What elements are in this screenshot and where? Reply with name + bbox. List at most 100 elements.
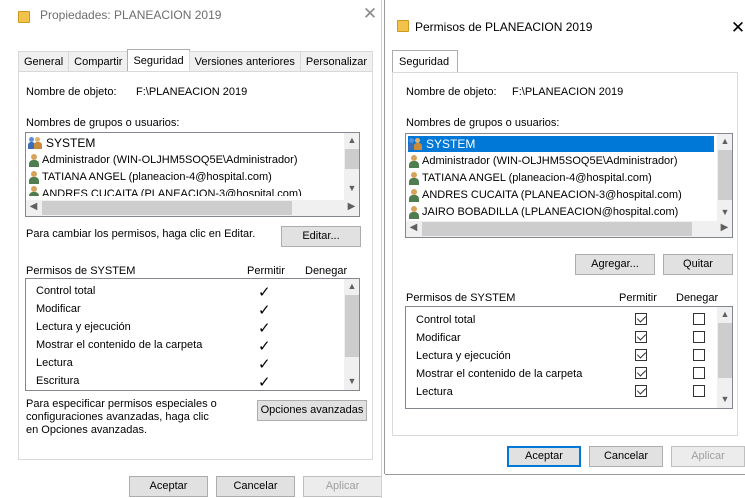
security-panel: Nombre de objeto: F:\PLANEACION 2019 Nom…: [18, 71, 373, 460]
tab-strip: Seguridad: [392, 50, 459, 73]
permissions-window: Permisos de PLANEACION 2019 ✕ Seguridad …: [385, 0, 745, 474]
scroll-thumb[interactable]: [42, 201, 292, 215]
deny-checkbox[interactable]: [693, 313, 705, 325]
scroll-down-icon[interactable]: ▼: [717, 205, 732, 220]
scroll-up-icon[interactable]: ▲: [717, 134, 732, 149]
apply-button[interactable]: Aplicar: [303, 476, 382, 497]
users-listbox[interactable]: SYSTEM Administrador (WIN-OLJHM5SOQ5E\Ad…: [405, 133, 733, 238]
tab-versiones-anteriores[interactable]: Versiones anteriores: [188, 51, 301, 72]
list-item[interactable]: TATIANA ANGEL (planeacion-4@hospital.com…: [28, 169, 272, 185]
allow-checkbox[interactable]: [635, 385, 647, 397]
scroll-up-icon[interactable]: ▲: [344, 133, 359, 148]
list-item[interactable]: ANDRES CUCAITA (PLANEACION-3@hospital.co…: [408, 187, 682, 203]
list-item-selected[interactable]: SYSTEM: [408, 136, 714, 152]
list-item[interactable]: TATIANA ANGEL (planeacion-4@hospital.com…: [408, 170, 652, 186]
groups-label: Nombres de grupos o usuarios:: [26, 117, 180, 129]
scroll-up-icon[interactable]: ▲: [717, 307, 732, 322]
window-border: [381, 0, 382, 498]
tab-strip: General Compartir Seguridad Versiones an…: [18, 49, 374, 72]
scroll-right-icon[interactable]: ▶: [717, 221, 732, 237]
allow-check-icon: ✓: [258, 338, 271, 355]
permissions-titlebar[interactable]: Permisos de PLANEACION 2019 ✕: [385, 0, 745, 37]
tab-compartir[interactable]: Compartir: [68, 51, 129, 72]
scroll-down-icon[interactable]: ▼: [344, 374, 359, 389]
scroll-up-icon[interactable]: ▲: [344, 279, 359, 294]
tab-general[interactable]: General: [18, 51, 70, 72]
edit-button[interactable]: Editar...: [281, 226, 361, 247]
object-name-value: F:\PLANEACION 2019: [136, 86, 248, 98]
folder-icon: [18, 11, 30, 23]
users-vscrollbar[interactable]: ▲ ▼: [344, 133, 359, 200]
scroll-thumb[interactable]: [422, 222, 692, 236]
ok-button[interactable]: Aceptar: [507, 446, 581, 467]
permission-name: Mostrar el contenido de la carpeta: [36, 339, 203, 351]
permission-name: Escritura: [36, 375, 80, 387]
permission-name: Lectura: [416, 386, 453, 398]
properties-titlebar[interactable]: Propiedades: PLANEACION 2019 ✕: [10, 0, 381, 30]
user-name: SYSTEM: [426, 137, 476, 151]
permissions-header: Permisos de SYSTEM: [406, 292, 516, 304]
scroll-thumb[interactable]: [345, 149, 359, 169]
window-border: [385, 474, 745, 475]
cancel-button[interactable]: Cancelar: [589, 446, 663, 467]
list-item[interactable]: SYSTEM: [28, 135, 95, 151]
allow-checkbox[interactable]: [635, 331, 647, 343]
permission-name: Control total: [36, 285, 96, 297]
list-item[interactable]: ANDRES CUCAITA (PLANEACION-3@hospital.co…: [28, 186, 302, 196]
scroll-left-icon[interactable]: ◀: [26, 200, 41, 216]
list-item[interactable]: Administrador (WIN-OLJHM5SOQ5E\Administr…: [408, 153, 678, 169]
permission-name: Modificar: [416, 332, 461, 344]
close-icon[interactable]: ✕: [727, 18, 745, 40]
group-icon: [408, 137, 423, 151]
add-button[interactable]: Agregar...: [575, 254, 655, 275]
list-item[interactable]: Administrador (WIN-OLJHM5SOQ5E\Administr…: [28, 152, 298, 168]
scroll-down-icon[interactable]: ▼: [717, 392, 732, 407]
allow-checkbox[interactable]: [635, 349, 647, 361]
user-icon: [28, 153, 39, 167]
permissions-list: Control total ✓ Modificar ✓ Lectura y ej…: [25, 278, 360, 391]
permissions-vscrollbar[interactable]: ▲ ▼: [344, 279, 359, 390]
window-title: Propiedades: PLANEACION 2019: [40, 8, 222, 22]
deny-checkbox[interactable]: [693, 385, 705, 397]
apply-button[interactable]: Aplicar: [671, 446, 745, 467]
deny-checkbox[interactable]: [693, 349, 705, 361]
allow-checkbox[interactable]: [635, 313, 647, 325]
users-hscrollbar[interactable]: ◀ ▶: [26, 200, 359, 216]
remove-button[interactable]: Quitar: [663, 254, 733, 275]
user-icon: [28, 170, 39, 184]
allow-check-icon: ✓: [258, 356, 271, 373]
scroll-thumb[interactable]: [345, 295, 359, 357]
tab-personalizar[interactable]: Personalizar: [299, 51, 374, 72]
allow-header: Permitir: [619, 292, 657, 304]
cancel-button[interactable]: Cancelar: [216, 476, 295, 497]
permissions-vscrollbar[interactable]: ▲ ▼: [717, 307, 732, 408]
deny-header: Denegar: [676, 292, 719, 304]
list-item[interactable]: JAIRO BOBADILLA (LPLANEACION@hospital.co…: [408, 204, 678, 220]
object-name-label: Nombre de objeto:: [26, 86, 117, 98]
allow-check-icon: ✓: [258, 284, 271, 301]
user-name: Administrador (WIN-OLJHM5SOQ5E\Administr…: [422, 155, 678, 167]
allow-checkbox[interactable]: [635, 367, 647, 379]
scroll-left-icon[interactable]: ◀: [406, 221, 421, 237]
permission-name: Modificar: [36, 303, 81, 315]
user-name: ANDRES CUCAITA (PLANEACION-3@hospital.co…: [42, 188, 302, 196]
scroll-down-icon[interactable]: ▼: [344, 181, 359, 196]
user-name: SYSTEM: [46, 136, 96, 150]
scroll-thumb[interactable]: [718, 323, 732, 378]
users-vscrollbar[interactable]: ▲ ▼: [717, 134, 732, 221]
deny-checkbox[interactable]: [693, 367, 705, 379]
scroll-right-icon[interactable]: ▶: [344, 200, 359, 216]
users-listbox[interactable]: SYSTEM Administrador (WIN-OLJHM5SOQ5E\Ad…: [25, 132, 360, 217]
scroll-thumb[interactable]: [718, 150, 732, 200]
advanced-options-button[interactable]: Opciones avanzadas: [257, 400, 367, 421]
permissions-header: Permisos de SYSTEM: [26, 265, 136, 277]
tab-seguridad[interactable]: Seguridad: [127, 49, 190, 72]
tab-seguridad[interactable]: Seguridad: [392, 50, 459, 73]
deny-checkbox[interactable]: [693, 331, 705, 343]
allow-check-icon: ✓: [258, 302, 271, 319]
ok-button[interactable]: Aceptar: [129, 476, 208, 497]
users-hscrollbar[interactable]: ◀ ▶: [406, 221, 732, 237]
close-icon[interactable]: ✕: [359, 4, 381, 26]
groups-label: Nombres de grupos o usuarios:: [406, 117, 560, 129]
advanced-text-line: en Opciones avanzadas.: [26, 424, 148, 436]
